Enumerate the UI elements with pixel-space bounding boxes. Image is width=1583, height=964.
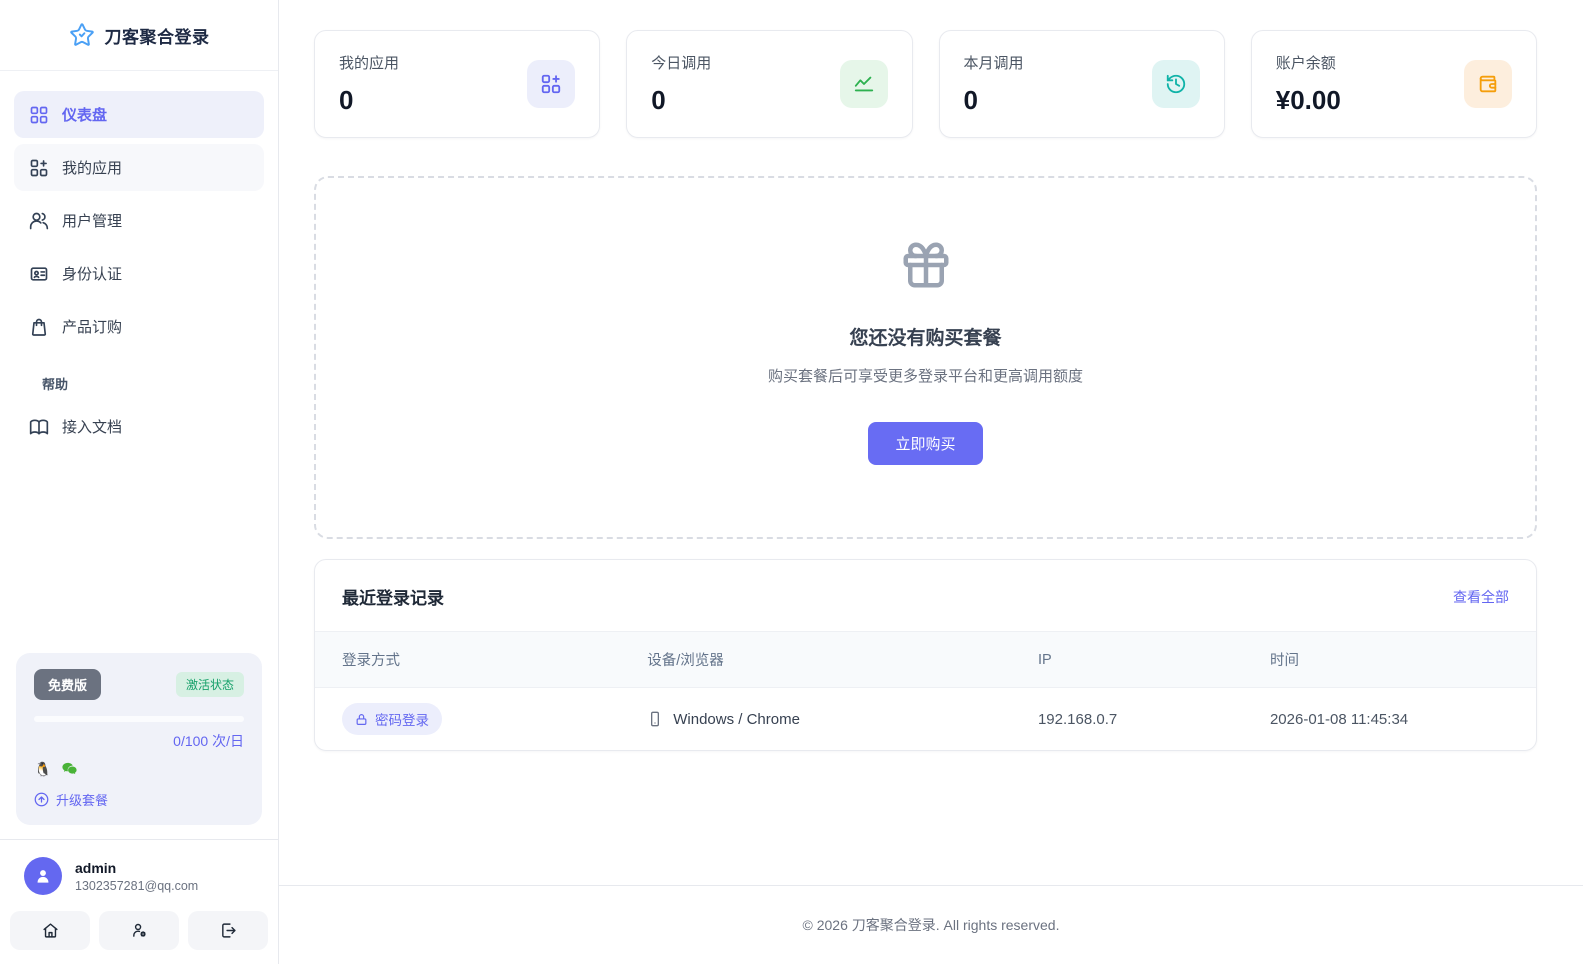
sidebar-item-label: 仪表盘	[62, 107, 108, 124]
stat-label: 账户余额	[1275, 55, 1336, 72]
logout-icon	[221, 923, 236, 938]
stats-row: 我的应用 0 今日调用 0 本月调用 0 账户余额 ¥0.00	[314, 30, 1537, 138]
plan-status-badge: 激活状态	[175, 672, 244, 697]
sidebar-item-identity[interactable]: 身份认证	[14, 250, 264, 297]
stat-card-today-calls: 今日调用 0	[626, 30, 913, 138]
quota-progress-bar	[34, 716, 244, 722]
device-cell: Windows / Chrome	[647, 711, 984, 728]
user-name: admin	[75, 859, 117, 876]
sidebar-item-dashboard[interactable]: 仪表盘	[14, 91, 264, 138]
ip-cell: 192.168.0.7	[1037, 710, 1118, 728]
sidebar-item-label: 接入文档	[62, 419, 123, 436]
sidebar-item-docs[interactable]: 接入文档	[14, 403, 264, 450]
grid-plus-icon	[29, 158, 49, 178]
stat-card-my-apps: 我的应用 0	[314, 30, 601, 138]
star-logo-icon	[69, 22, 95, 48]
column-header-device: 设备/浏览器	[647, 653, 724, 669]
stat-value: 0	[651, 85, 666, 115]
stat-label: 今日调用	[651, 55, 712, 72]
home-icon	[42, 923, 58, 938]
recent-logins-table: 登录方式 设备/浏览器 IP 时间 密码登录 Windows / Chrome …	[315, 631, 1536, 750]
column-header-ip: IP	[1037, 651, 1052, 668]
sidebar-item-user-management[interactable]: 用户管理	[14, 197, 264, 244]
upgrade-plan-label: 升级套餐	[56, 793, 109, 808]
dashboard-grid-icon	[29, 105, 49, 125]
logo: 刀客聚合登录	[0, 0, 278, 71]
help-section-label: 帮助	[42, 377, 69, 392]
history-clock-icon	[1151, 60, 1200, 108]
quota-text: 0/100 次/日	[173, 733, 244, 749]
user-gear-icon	[132, 923, 146, 938]
upgrade-plan-link[interactable]: 升级套餐	[34, 790, 244, 809]
user-block: admin 1302357281@qq.com	[0, 839, 278, 905]
app-title: 刀客聚合登录	[104, 27, 210, 47]
app-root: 刀客聚合登录 仪表盘 我的应用 用户管理 身份认证 产品订购 帮助 接入文档 免…	[0, 0, 1583, 964]
qq-icon: 🐧	[34, 760, 52, 777]
users-icon	[29, 211, 49, 231]
stat-label: 我的应用	[339, 55, 400, 72]
recent-logins-title: 最近登录记录	[342, 589, 444, 608]
sidebar-item-label: 产品订购	[62, 319, 123, 336]
home-button[interactable]	[10, 911, 90, 950]
arrow-up-circle-icon	[34, 792, 49, 807]
chart-line-icon	[839, 60, 888, 108]
empty-state-title: 您还没有购买套餐	[849, 328, 1002, 349]
sidebar-item-label: 身份认证	[62, 266, 123, 283]
login-method-badge: 密码登录	[342, 703, 442, 735]
time-cell: 2026-01-08 11:45:34	[1269, 710, 1409, 728]
stat-value: 0	[963, 85, 978, 115]
stat-value: 0	[339, 85, 354, 115]
sidebar-item-label: 用户管理	[62, 213, 123, 230]
buy-now-button[interactable]: 立即购买	[868, 422, 983, 465]
view-all-link[interactable]: 查看全部	[1453, 587, 1509, 607]
account-settings-button[interactable]	[99, 911, 179, 950]
recent-logins-card: 最近登录记录 查看全部 登录方式 设备/浏览器 IP 时间 密码登录 Windo…	[314, 559, 1537, 751]
user-email: 1302357281@qq.com	[75, 878, 199, 893]
table-row: 密码登录 Windows / Chrome 192.168.0.7 2026-0…	[315, 688, 1536, 751]
sidebar-item-label: 我的应用	[62, 160, 123, 177]
stat-value: ¥0.00	[1275, 85, 1341, 115]
logout-button[interactable]	[188, 911, 268, 950]
lock-icon	[356, 713, 367, 725]
empty-state-subtitle: 购买套餐后可享受更多登录平台和更高调用额度	[767, 368, 1083, 385]
sidebar-nav: 仪表盘 我的应用 用户管理 身份认证 产品订购 帮助 接入文档	[0, 71, 278, 456]
shopping-bag-icon	[29, 317, 49, 337]
grid-plus-icon	[527, 60, 576, 108]
main-content: 我的应用 0 今日调用 0 本月调用 0 账户余额 ¥0.00 您还没有购买套餐…	[279, 0, 1583, 964]
id-card-icon	[29, 264, 49, 284]
sidebar: 刀客聚合登录 仪表盘 我的应用 用户管理 身份认证 产品订购 帮助 接入文档 免…	[0, 0, 279, 964]
sidebar-item-my-apps[interactable]: 我的应用	[14, 144, 264, 191]
book-icon	[29, 417, 49, 437]
user-actions	[0, 905, 278, 964]
stat-card-month-calls: 本月调用 0	[938, 30, 1225, 138]
column-header-method: 登录方式	[342, 653, 400, 669]
stat-card-balance: 账户余额 ¥0.00	[1250, 30, 1537, 138]
device-icon	[651, 711, 660, 727]
stat-label: 本月调用	[963, 55, 1024, 72]
sidebar-item-products[interactable]: 产品订购	[14, 303, 264, 350]
column-header-time: 时间	[1269, 653, 1299, 669]
wallet-icon	[1464, 60, 1512, 108]
gift-icon	[316, 238, 1535, 297]
avatar	[24, 857, 62, 895]
plan-card: 免费版 激活状态 0/100 次/日 🐧 升级套餐	[16, 653, 262, 825]
copyright-footer: © 2026 刀客聚合登录. All rights reserved.	[279, 885, 1583, 964]
wechat-icon	[61, 760, 78, 777]
plan-name-badge: 免费版	[34, 669, 102, 700]
no-package-panel: 您还没有购买套餐 购买套餐后可享受更多登录平台和更高调用额度 立即购买	[314, 176, 1537, 539]
